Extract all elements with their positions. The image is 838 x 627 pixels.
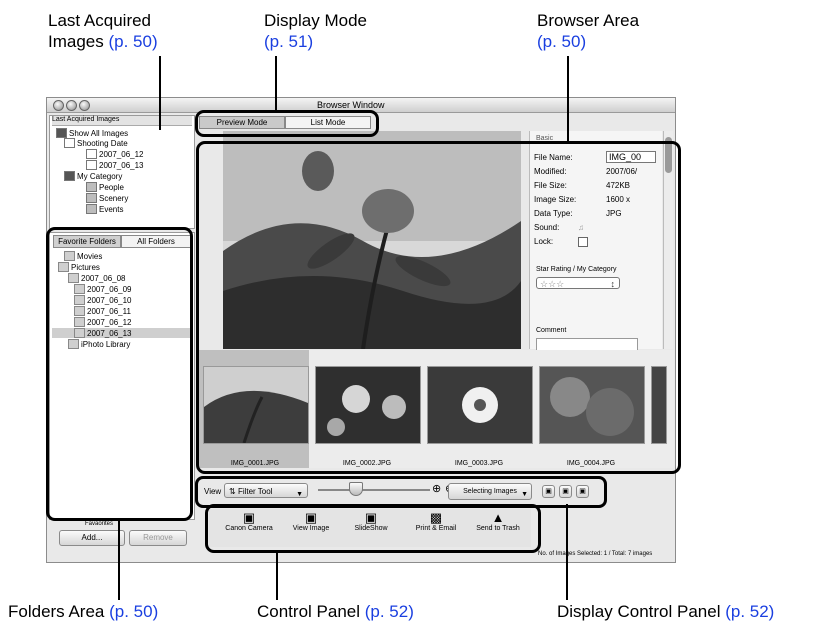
events-icon	[86, 204, 97, 214]
calendar-icon	[86, 160, 97, 170]
folders-area-highlight	[46, 227, 193, 521]
leader-line-display-mode	[275, 56, 277, 112]
tree-label: Show All Images	[69, 128, 129, 138]
leader-line-display-control	[566, 504, 568, 600]
callout-display-mode: Display Mode (p. 51)	[264, 10, 367, 52]
tree-item-show-all[interactable]: Show All Images	[56, 128, 128, 138]
callout-folders-area-label: Folders Area	[8, 602, 105, 621]
tree-item-date-0612[interactable]: 2007_06_12	[86, 149, 144, 159]
callout-folders-area: Folders Area (p. 50)	[8, 601, 158, 622]
leader-line-folders-area	[118, 518, 120, 600]
tree-label: Shooting Date	[77, 138, 128, 148]
display-mode-highlight	[195, 110, 379, 137]
close-window-icon[interactable]	[53, 100, 64, 111]
calendar-icon	[86, 149, 97, 159]
tree-label: 2007_06_13	[99, 160, 144, 170]
callout-folders-area-ref[interactable]: (p. 50)	[109, 602, 158, 621]
callout-control-panel: Control Panel (p. 52)	[257, 601, 414, 622]
callout-control-panel-ref[interactable]: (p. 52)	[365, 602, 414, 621]
add-favorite-button[interactable]: Add...	[59, 530, 125, 546]
callout-browser-area: Browser Area (p. 50)	[537, 10, 639, 52]
callout-last-acquired-ref[interactable]: (p. 50)	[108, 32, 157, 51]
callout-browser-area-ref[interactable]: (p. 50)	[537, 31, 639, 52]
window-title: Browser Window	[317, 100, 385, 110]
callout-display-control-panel-ref[interactable]: (p. 52)	[725, 602, 774, 621]
callout-last-acquired: Last Acquired Images (p. 50)	[48, 10, 158, 52]
control-panel-highlight	[205, 504, 541, 553]
calendar-icon	[64, 138, 75, 148]
scenery-icon	[86, 193, 97, 203]
tree-label: Events	[99, 204, 124, 214]
leader-line-control-panel	[276, 550, 278, 600]
callout-display-control-panel: Display Control Panel (p. 52)	[557, 601, 774, 622]
tree-item-events[interactable]: Events	[86, 204, 123, 214]
tree-label: 2007_06_12	[99, 149, 144, 159]
tree-item-people[interactable]: People	[86, 182, 124, 192]
remove-favorite-button[interactable]: Remove	[129, 530, 187, 546]
tree-item-scenery[interactable]: Scenery	[86, 193, 128, 203]
images-stack-icon	[56, 128, 67, 138]
callout-display-control-panel-label: Display Control Panel	[557, 602, 721, 621]
callout-browser-area-label: Browser Area	[537, 11, 640, 30]
people-icon	[86, 182, 97, 192]
tree-item-shooting-date[interactable]: Shooting Date	[64, 138, 128, 148]
category-icon	[64, 171, 75, 181]
browser-area-highlight	[196, 141, 681, 474]
tree-item-my-category[interactable]: My Category	[64, 171, 122, 181]
zoom-window-icon[interactable]	[79, 100, 90, 111]
tree-item-date-0613[interactable]: 2007_06_13	[86, 160, 144, 170]
leader-line-last-acquired	[159, 56, 161, 130]
status-text: No. of Images Selected: 1 / Total: 7 ima…	[538, 551, 653, 557]
callout-last-acquired-line2: Images	[48, 32, 104, 51]
callout-last-acquired-line1: Last Acquired	[48, 11, 152, 30]
tree-label: Scenery	[99, 193, 129, 203]
last-acquired-panel: Last Acquired Images Show All Images Sho…	[49, 115, 195, 229]
leader-line-browser-area	[567, 56, 569, 144]
tree-label: My Category	[77, 171, 123, 181]
favorites-label: Favaorites	[85, 521, 114, 527]
callout-control-panel-label: Control Panel	[257, 602, 361, 621]
tree-label: People	[99, 182, 124, 192]
callout-display-mode-label: Display Mode	[264, 11, 367, 30]
last-acquired-header: Last Acquired Images	[52, 116, 192, 126]
minimize-window-icon[interactable]	[66, 100, 77, 111]
callout-display-mode-ref[interactable]: (p. 51)	[264, 31, 367, 52]
